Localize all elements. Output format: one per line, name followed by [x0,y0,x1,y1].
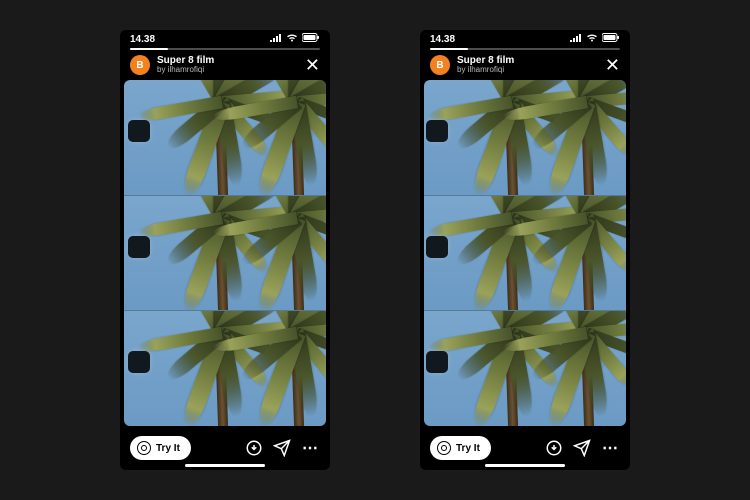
filter-preview[interactable] [424,80,626,426]
filter-avatar[interactable]: B [430,55,450,75]
battery-icon [602,33,620,45]
sprocket-hole-icon [426,236,448,258]
filter-author: by ilhamrofiqi [157,66,214,75]
save-button[interactable] [244,438,264,458]
filter-avatar[interactable]: B [130,55,150,75]
story-header: B Super 8 film by ilhamrofiqi ✕ [420,48,630,80]
close-button[interactable]: ✕ [305,54,320,76]
story-progress [130,48,320,50]
filmstrip-frame [424,310,626,426]
filter-preview[interactable] [124,80,326,426]
status-bar: 14.38 [120,30,330,48]
filmstrip-frame [124,310,326,426]
filter-info[interactable]: Super 8 film by ilhamrofiqi [157,55,214,75]
phone-mockup: 14.38 B Super 8 film by ilhamrofiqi ✕ [420,30,630,470]
status-time: 14.38 [430,34,455,45]
save-button[interactable] [544,438,564,458]
filmstrip-frame [424,80,626,195]
sprocket-hole-icon [128,236,150,258]
story-progress [430,48,620,50]
status-bar: 14.38 [420,30,630,48]
try-it-button[interactable]: Try It [130,436,191,460]
camera-icon [437,441,451,455]
wifi-icon [286,33,298,45]
wifi-icon [586,33,598,45]
try-it-button[interactable]: Try It [430,436,491,460]
more-button[interactable]: ⋯ [300,438,320,458]
status-time: 14.38 [130,34,155,45]
filmstrip-frame [124,195,326,311]
sprocket-hole-icon [426,120,448,142]
stage: 14.38 B Super 8 film by ilhamrofiqi ✕ [0,0,750,500]
filmstrip-frame [424,195,626,311]
home-indicator[interactable] [185,464,265,467]
sprocket-hole-icon [128,351,150,373]
send-button[interactable] [572,438,592,458]
filter-info[interactable]: Super 8 film by ilhamrofiqi [457,55,514,75]
close-button[interactable]: ✕ [605,54,620,76]
story-header: B Super 8 film by ilhamrofiqi ✕ [120,48,330,80]
try-it-label: Try It [156,443,180,454]
signal-icon [570,33,582,45]
signal-icon [270,33,282,45]
filter-author: by ilhamrofiqi [457,66,514,75]
phone-mockup: 14.38 B Super 8 film by ilhamrofiqi ✕ [120,30,330,470]
more-button[interactable]: ⋯ [600,438,620,458]
battery-icon [302,33,320,45]
sprocket-hole-icon [128,120,150,142]
camera-icon [137,441,151,455]
send-button[interactable] [272,438,292,458]
try-it-label: Try It [456,443,480,454]
home-indicator[interactable] [485,464,565,467]
filmstrip-frame [124,80,326,195]
sprocket-hole-icon [426,351,448,373]
